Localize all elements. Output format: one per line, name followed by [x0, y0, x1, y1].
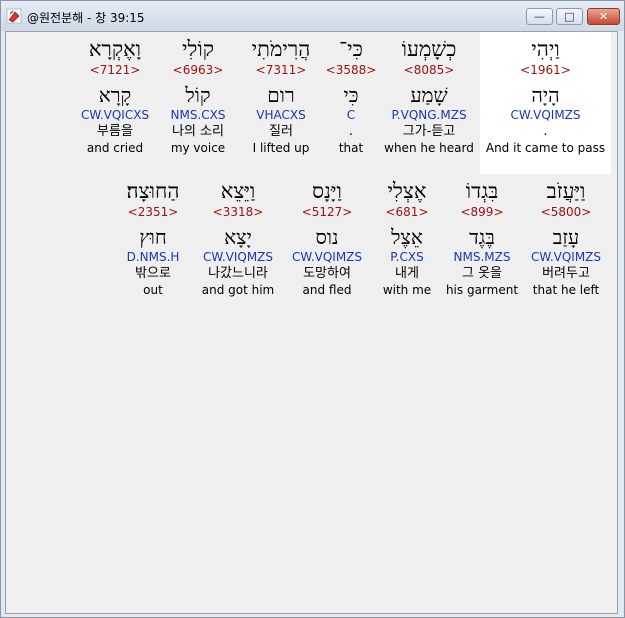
strong-number[interactable]: <7121> [72, 62, 158, 78]
parsing-code: NMS.MZS [453, 250, 511, 264]
word-block[interactable]: וַיַּעֲזֹב <5800> עָזַב CW.VQIMZS 버려두고 t… [522, 178, 610, 298]
english-gloss: that [338, 141, 364, 155]
strong-number[interactable]: <3588> [324, 62, 378, 78]
parsing-code: CW.VQIMZS [291, 250, 363, 264]
word-block[interactable]: כְשָׁמְעוֹ <8085> שָׁמַע P.VQNG.MZS 그가-듣… [378, 36, 480, 156]
strong-number[interactable]: <8085> [378, 62, 480, 78]
hebrew-word: אֶצְלִי [387, 179, 427, 203]
hebrew-word: הֲרִימֹתִי [251, 37, 311, 61]
hebrew-word: וַיְהִי [531, 37, 560, 61]
close-button[interactable]: ✕ [587, 8, 620, 25]
hebrew-word: הַחוּצָה׃ [126, 179, 180, 203]
hebrew-word: בִּגְדוֹ [465, 179, 499, 203]
hebrew-word: כְשָׁמְעוֹ [401, 37, 457, 61]
lemma-word: קוֹל [185, 83, 211, 107]
parsing-code: NMS.CXS [170, 108, 226, 122]
korean-gloss: . [348, 124, 354, 139]
parsing-code: CW.VQIMZS [530, 250, 602, 264]
parsing-code: C [346, 108, 356, 122]
english-gloss: and fled [302, 283, 352, 297]
english-gloss: and got him [201, 283, 275, 297]
english-gloss: when he heard [384, 141, 474, 155]
minimize-icon: — [534, 10, 545, 23]
korean-gloss: 버려두고 [542, 266, 590, 281]
korean-gloss: 그가-듣고 [402, 124, 456, 139]
word-block[interactable]: כִּי־ <3588> כִּי C . that [324, 36, 378, 156]
korean-gloss: 내게 [395, 266, 419, 281]
maximize-icon: □ [564, 10, 575, 23]
parsing-code: VHACXS [256, 108, 306, 122]
close-icon: ✕ [598, 10, 609, 23]
strong-number[interactable]: <2351> [112, 204, 194, 220]
word-block[interactable]: בִּגְדוֹ <899> בֶּגֶד NMS.MZS 그 옷을 his g… [442, 178, 522, 298]
lemma-word: בֶּגֶד [469, 225, 495, 249]
hebrew-word: וַיָּנָס [312, 179, 342, 203]
window-title: @원전분해 - 창 39:15 [27, 11, 145, 25]
title-bar[interactable]: @원전분해 - 창 39:15 — □ ✕ [1, 1, 624, 31]
english-gloss: with me [382, 283, 432, 297]
korean-gloss: 나갔느니라 [208, 266, 268, 281]
hebrew-word: כִּי־ [339, 37, 363, 61]
word-block[interactable]: וַיְהִי <1961> הָיָה CW.VQIMZS . And it … [480, 32, 611, 174]
lemma-word: רום [267, 83, 295, 107]
korean-gloss: 도망하여 [303, 266, 351, 281]
lemma-word: אֵצֶל [391, 225, 423, 249]
english-gloss: that he left [532, 283, 600, 297]
english-gloss: out [143, 283, 163, 297]
korean-gloss: 밖으로 [135, 266, 171, 281]
strong-number[interactable]: <7311> [238, 62, 324, 78]
minimize-button[interactable]: — [526, 8, 553, 25]
lemma-word: חוּץ [139, 225, 167, 249]
english-gloss: And it came to pass [485, 141, 606, 155]
lemma-word: שָׁמַע [410, 83, 448, 107]
strong-number[interactable]: <899> [442, 204, 522, 220]
word-block[interactable]: הַחוּצָה׃ <2351> חוּץ D.NMS.H 밖으로 out [112, 178, 194, 298]
hebrew-word: וָאֶקְרָא [88, 37, 142, 61]
word-block[interactable]: הֲרִימֹתִי <7311> רום VHACXS 질러 I lifted… [238, 36, 324, 156]
english-gloss: I lifted up [252, 141, 310, 155]
maximize-button[interactable]: □ [556, 8, 583, 25]
korean-gloss: . [543, 124, 548, 139]
strong-number[interactable]: <1961> [480, 62, 611, 78]
word-block[interactable]: וַיֵּצֵא <3318> יָצָא CW.VIQMZS 나갔느니라 an… [194, 178, 282, 298]
hebrew-word: וַיַּעֲזֹב [546, 179, 586, 203]
parsing-code: P.VQNG.MZS [391, 108, 467, 122]
app-logo-icon[interactable] [6, 8, 22, 24]
interlinear-panel: וַיְהִי <1961> הָיָה CW.VQIMZS . And it … [5, 31, 618, 614]
strong-number[interactable]: <5127> [282, 204, 372, 220]
strong-number[interactable]: <3318> [194, 204, 282, 220]
english-gloss: his garment [445, 283, 519, 297]
strong-number[interactable]: <6963> [158, 62, 238, 78]
english-gloss: my voice [170, 141, 226, 155]
korean-gloss: 그 옷을 [461, 266, 502, 281]
lemma-word: נוס [315, 225, 339, 249]
parsing-code: CW.VQIMZS [510, 108, 581, 122]
lemma-word: יָצָא [224, 225, 252, 249]
hebrew-word: וַיֵּצֵא [220, 179, 256, 203]
lemma-word: כִּי [343, 83, 359, 107]
word-block[interactable]: אֶצְלִי <681> אֵצֶל P.CXS 내게 with me [372, 178, 442, 298]
korean-gloss: 질러 [269, 124, 293, 139]
strong-number[interactable]: <5800> [522, 204, 610, 220]
parsing-code: CW.VIQMZS [202, 250, 274, 264]
lemma-word: עָזַב [552, 225, 580, 249]
english-gloss: and cried [86, 141, 144, 155]
korean-gloss: 나의 소리 [172, 124, 224, 139]
parsing-code: CW.VQICXS [80, 108, 150, 122]
word-block[interactable]: קוֹלִי <6963> קוֹל NMS.CXS 나의 소리 my voic… [158, 36, 238, 156]
parsing-code: P.CXS [390, 250, 424, 264]
korean-gloss: 부름을 [97, 124, 133, 139]
parsing-code: D.NMS.H [126, 250, 180, 264]
strong-number[interactable]: <681> [372, 204, 442, 220]
word-block[interactable]: וַיָּנָס <5127> נוס CW.VQIMZS 도망하여 and f… [282, 178, 372, 298]
lemma-word: קָרָא [98, 83, 132, 107]
app-window: @원전분해 - 창 39:15 — □ ✕ וַיְהִי <1961> הָי… [0, 0, 625, 618]
lemma-word: הָיָה [531, 83, 560, 107]
word-block[interactable]: וָאֶקְרָא <7121> קָרָא CW.VQICXS 부름을 and… [72, 36, 158, 156]
hebrew-word: קוֹלִי [182, 37, 214, 61]
